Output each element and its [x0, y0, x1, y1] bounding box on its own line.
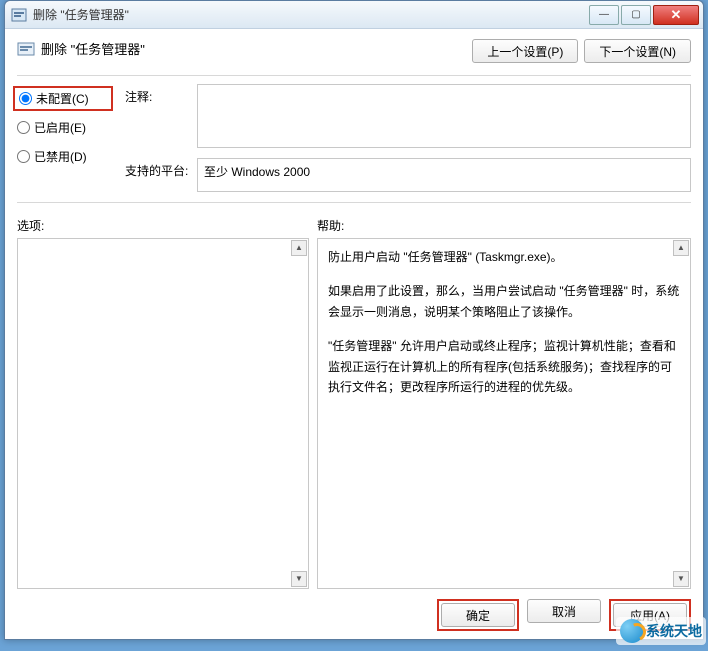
radio-disabled[interactable]: 已禁用(D): [17, 148, 113, 165]
radio-disabled-input[interactable]: [17, 150, 30, 163]
section-labels: 选项: 帮助:: [17, 217, 691, 234]
platform-box: 至少 Windows 2000: [197, 158, 691, 192]
titlebar[interactable]: 删除 "任务管理器" ― ▢ ✕: [5, 1, 703, 29]
header-row: 删除 "任务管理器" 上一个设置(P) 下一个设置(N): [17, 39, 691, 63]
footer-buttons: 确定 取消 应用(A): [17, 589, 691, 631]
radio-enabled[interactable]: 已启用(E): [17, 119, 113, 136]
radio-not-configured-input[interactable]: [19, 92, 32, 105]
comment-label: 注释:: [125, 84, 189, 105]
watermark: 系统天地: [616, 617, 706, 645]
help-paragraph: 防止用户启动 "任务管理器" (Taskmgr.exe)。: [328, 247, 680, 267]
radio-not-configured[interactable]: 未配置(C): [13, 86, 113, 111]
page-title: 删除 "任务管理器": [41, 39, 145, 58]
cancel-button[interactable]: 取消: [527, 599, 601, 623]
dialog-content: 删除 "任务管理器" 上一个设置(P) 下一个设置(N) 未配置(C) 已启用(…: [5, 29, 703, 639]
config-row: 未配置(C) 已启用(E) 已禁用(D) 注释: 支持的平台:: [17, 84, 691, 192]
radio-enabled-label: 已启用(E): [34, 119, 86, 136]
maximize-button[interactable]: ▢: [621, 5, 651, 25]
globe-icon: [620, 619, 644, 643]
radio-not-configured-label: 未配置(C): [36, 90, 89, 107]
ok-highlight: 确定: [437, 599, 519, 631]
platform-label: 支持的平台:: [125, 158, 189, 179]
close-button[interactable]: ✕: [653, 5, 699, 25]
options-label: 选项:: [17, 217, 317, 234]
previous-setting-button[interactable]: 上一个设置(P): [472, 39, 578, 63]
minimize-button[interactable]: ―: [589, 5, 619, 25]
window-controls: ― ▢ ✕: [587, 5, 699, 25]
separator: [17, 75, 691, 76]
dialog-window: 删除 "任务管理器" ― ▢ ✕ 删除 "任务管理器" 上一个设置(P) 下一个…: [4, 0, 704, 640]
help-label: 帮助:: [317, 217, 344, 234]
help-paragraph: 如果启用了此设置，那么，当用户尝试启动 "任务管理器" 时，系统会显示一则消息，…: [328, 281, 680, 322]
policy-icon: [17, 40, 35, 58]
scroll-up-icon[interactable]: ▲: [673, 240, 689, 256]
window-title: 删除 "任务管理器": [33, 6, 587, 23]
radio-enabled-input[interactable]: [17, 121, 30, 134]
comment-textarea[interactable]: [197, 84, 691, 148]
options-panel: ▲ ▼: [17, 238, 309, 589]
help-paragraph: "任务管理器" 允许用户启动或终止程序；监视计算机性能；查看和监视正运行在计算机…: [328, 336, 680, 397]
watermark-text: 系统天地: [646, 621, 702, 641]
scroll-up-icon[interactable]: ▲: [291, 240, 307, 256]
next-setting-button[interactable]: 下一个设置(N): [584, 39, 691, 63]
scroll-down-icon[interactable]: ▼: [673, 571, 689, 587]
app-icon: [11, 7, 27, 23]
scroll-down-icon[interactable]: ▼: [291, 571, 307, 587]
radio-group: 未配置(C) 已启用(E) 已禁用(D): [17, 84, 113, 192]
panels-row: ▲ ▼ ▲ 防止用户启动 "任务管理器" (Taskmgr.exe)。 如果启用…: [17, 238, 691, 589]
radio-disabled-label: 已禁用(D): [34, 148, 87, 165]
separator-2: [17, 202, 691, 203]
help-panel: ▲ 防止用户启动 "任务管理器" (Taskmgr.exe)。 如果启用了此设置…: [317, 238, 691, 589]
ok-button[interactable]: 确定: [441, 603, 515, 627]
